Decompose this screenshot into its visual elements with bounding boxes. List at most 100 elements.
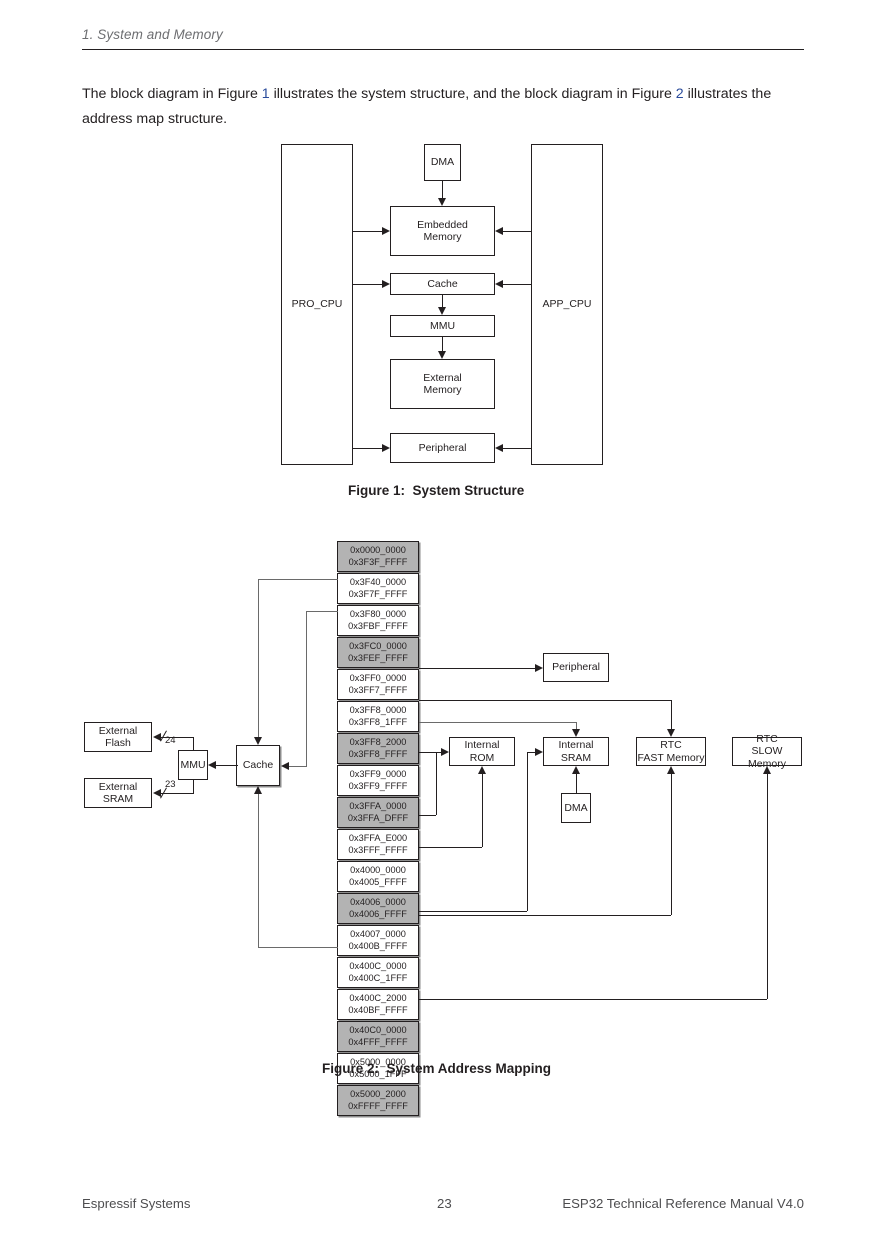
figure2-address-row: 0x4006_0000 0x4006_FFFF xyxy=(337,893,419,924)
figure2-conn-row10-v xyxy=(436,752,437,815)
figure2-address-end: 0x3FFF_FFFF xyxy=(348,844,408,855)
figure2-node-mmu: MMU xyxy=(178,750,208,780)
figure2-address-row: 0x3FF8_2000 0x3FF8_FFFF xyxy=(337,733,419,764)
figure2-conn-row13-v xyxy=(527,752,528,911)
figure2-arrowhead-sram xyxy=(153,789,161,797)
figure2-conn-cache-mmu xyxy=(216,765,238,766)
figure2-address-end: 0x400C_1FFF xyxy=(348,972,408,983)
figure2-address-start: 0x3FFA_E000 xyxy=(348,833,408,844)
figure2-address-start: 0x3FFA_0000 xyxy=(349,801,407,812)
figure2-address-row: 0x3FFA_E000 0x3FFF_FFFF xyxy=(337,829,419,860)
figure2-address-start: 0x4007_0000 xyxy=(350,929,406,940)
figure2-address-end: 0x4FFF_FFFF xyxy=(348,1036,408,1047)
footer-company: Espressif Systems xyxy=(82,1196,191,1211)
figure2-address-start: 0x3F40_0000 xyxy=(349,577,407,588)
figure2-address-row: 0x3FF9_0000 0x3FF9_FFFF xyxy=(337,765,419,796)
figure2-node-internal-sram: Internal SRAM xyxy=(543,737,609,766)
figure2-address-row: 0x400C_0000 0x400C_1FFF xyxy=(337,957,419,988)
figure2-address-end: 0x3FEF_FFFF xyxy=(348,652,408,663)
figure2-conn-row2-v xyxy=(258,579,259,737)
figure2-arrowhead-row5-peripheral xyxy=(535,664,543,672)
figure2-external-sram-label: External SRAM xyxy=(98,780,138,806)
figure2-address-end: 0x4006_FFFF xyxy=(349,908,407,919)
figure2-conn-row15-h xyxy=(258,947,338,948)
figure2-address-end: 0x400B_FFFF xyxy=(348,940,408,951)
figure2-conn-row2-h xyxy=(258,579,338,580)
figure2-address-row: 0x3F80_0000 0x3FBF_FFFF xyxy=(337,605,419,636)
figure2-conn-mmu-sram-h xyxy=(161,793,194,794)
figure2-rtc-slow-label: RTC SLOW Memory xyxy=(748,732,786,770)
figure2-conn-dma-sram xyxy=(576,774,577,793)
figure2-node-external-flash: External Flash xyxy=(84,722,152,752)
figure2-address-row: 0x4007_0000 0x400B_FFFF xyxy=(337,925,419,956)
figure2-address-start: 0x3FF8_2000 xyxy=(349,737,407,748)
figure2-arrowhead-row11-rom xyxy=(478,766,486,774)
figure2-address-start: 0x3FF9_0000 xyxy=(349,769,407,780)
figure2-arrowhead-row7-sram xyxy=(572,729,580,737)
figure2-external-flash-label: External Flash xyxy=(98,724,138,750)
figure2-arrowhead-row6-rtcfast xyxy=(667,729,675,737)
figure2-address-end: 0x3F7F_FFFF xyxy=(348,588,408,599)
figure2-conn-row6-h xyxy=(419,700,671,701)
figure2-arrowhead-row8-rom xyxy=(441,748,449,756)
figure2-address-end: 0x3FBF_FFFF xyxy=(348,620,408,631)
figure2-address-row: 0x5000_2000 0xFFFF_FFFF xyxy=(337,1085,419,1116)
figure2-conn-row15-v xyxy=(258,794,259,947)
figure2-conn-row11-h xyxy=(419,847,482,848)
figure2-conn-row17-h xyxy=(419,999,767,1000)
figure2-address-row: 0x3FF0_0000 0x3FF7_FFFF xyxy=(337,669,419,700)
figure2-conn-row3-h-bottom xyxy=(289,766,307,767)
figure2-conn-mmu-flash-v xyxy=(193,737,194,751)
footer-document-title: ESP32 Technical Reference Manual V4.0 xyxy=(562,1196,804,1211)
figure2-address-start: 0x400C_0000 xyxy=(349,961,407,972)
figure2-arrowhead-cache-mmu xyxy=(208,761,216,769)
figure2-internal-rom-label: Internal ROM xyxy=(464,739,500,764)
figure-2-system-address-mapping: 0x0000_0000 0x3F3F_FFFF 0x3F40_0000 0x3F7F_… xyxy=(0,0,885,1116)
figure2-address-start: 0x400C_2000 xyxy=(349,993,407,1004)
figure2-address-row: 0x40C0_0000 0x4FFF_FFFF xyxy=(337,1021,419,1052)
figure2-arrowhead-row13-sram xyxy=(535,748,543,756)
figure2-address-end: 0x3FF8_FFFF xyxy=(348,748,408,759)
figure2-arrowhead-row3-cache xyxy=(281,762,289,770)
figure2-conn-mmu-flash-h xyxy=(161,737,194,738)
figure2-address-start: 0x4006_0000 xyxy=(350,897,406,908)
figure2-conn-row7-v xyxy=(576,722,577,729)
figure2-arrowhead-dma-sram xyxy=(572,766,580,774)
figure2-address-start: 0x3F80_0000 xyxy=(349,609,407,620)
figure2-conn-row8-h xyxy=(419,752,441,753)
figure2-address-row: 0x3FC0_0000 0x3FEF_FFFF xyxy=(337,637,419,668)
figure2-arrowhead-flash xyxy=(153,733,161,741)
figure2-address-end: 0x3FF7_FFFF xyxy=(348,684,408,695)
figure2-node-internal-rom: Internal ROM xyxy=(449,737,515,766)
figure2-address-start: 0x0000_0000 xyxy=(350,545,406,556)
figure2-address-row: 0x3FF8_0000 0x3FF8_1FFF xyxy=(337,701,419,732)
figure2-conn-row5-peripheral xyxy=(419,668,535,669)
figure2-conn-row17-v xyxy=(767,774,768,999)
figure2-arrowhead-row15-cache xyxy=(254,786,262,794)
figure2-address-end: 0x3FF8_1FFF xyxy=(348,716,408,727)
figure2-conn-row3-v xyxy=(306,611,307,766)
figure2-address-start: 0x3FC0_0000 xyxy=(349,641,407,652)
figure2-address-start: 0x5000_2000 xyxy=(350,1089,406,1100)
figure2-conn-mmu-sram-v xyxy=(193,779,194,793)
figure2-dma-label: DMA xyxy=(564,801,588,814)
footer-page-number: 23 xyxy=(437,1196,452,1211)
figure2-address-end: 0x3FFA_DFFF xyxy=(347,812,409,823)
figure2-mmu-label: MMU xyxy=(180,758,206,771)
figure-2-caption: Figure 2: System Address Mapping xyxy=(322,1061,552,1076)
figure2-arrowhead-row14-rtcfast xyxy=(667,766,675,774)
figure2-address-start: 0x3FF8_0000 xyxy=(349,705,407,716)
figure2-conn-row3-h-top xyxy=(306,611,338,612)
figure2-address-start: 0x4000_0000 xyxy=(350,865,406,876)
figure2-address-row: 0x3F40_0000 0x3F7F_FFFF xyxy=(337,573,419,604)
figure2-conn-row10-h xyxy=(419,815,436,816)
figure2-conn-row11-v xyxy=(482,774,483,847)
figure2-node-rtc-fast-memory: RTC FAST Memory xyxy=(636,737,706,766)
figure2-address-end: 0x3FF9_FFFF xyxy=(348,780,408,791)
figure2-conn-row13-h xyxy=(419,911,527,912)
figure2-internal-sram-label: Internal SRAM xyxy=(558,739,594,764)
figure2-address-end: 0x4005_FFFF xyxy=(349,876,407,887)
figure2-conn-row13-h2 xyxy=(527,752,535,753)
figure2-conn-row14-h xyxy=(419,915,671,916)
figure2-node-cache: Cache xyxy=(236,745,280,786)
